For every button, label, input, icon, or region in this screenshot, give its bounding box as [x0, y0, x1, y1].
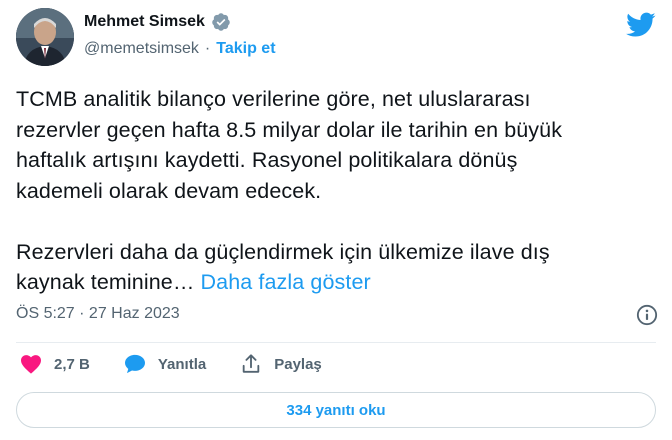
tweet-paragraph-1: TCMB analitik bilanço verilerine göre, n… — [16, 87, 563, 203]
tweet-card: Mehmet Simsek @memetsimsek · Takip et TC… — [0, 0, 672, 440]
verified-badge-icon — [212, 13, 230, 31]
share-label: Paylaş — [274, 355, 322, 373]
author-handle[interactable]: @memetsimsek — [84, 40, 199, 58]
reply-bubble-icon — [124, 354, 145, 374]
avatar[interactable] — [16, 8, 74, 66]
share-button[interactable]: Paylaş — [240, 353, 322, 375]
twitter-bird-icon[interactable] — [626, 12, 656, 38]
tweet-actions: 2,7 B Yanıtla Paylaş — [20, 353, 356, 375]
heart-icon — [21, 355, 41, 374]
read-replies-button[interactable]: 334 yanıtı oku — [16, 392, 656, 428]
author-handle-row: @memetsimsek · Takip et — [84, 40, 276, 58]
reply-label: Yanıtla — [157, 355, 207, 373]
follow-button[interactable]: Takip et — [216, 40, 275, 58]
tweet-text: TCMB analitik bilanço verilerine göre, n… — [16, 84, 652, 298]
divider — [16, 342, 656, 343]
author-name-row: Mehmet Simsek — [84, 12, 231, 32]
separator-dot: · — [204, 40, 211, 57]
show-more-link[interactable]: Daha fazla göster — [201, 270, 371, 294]
like-button[interactable]: 2,7 B — [20, 354, 90, 374]
tweet-timestamp[interactable]: ÖS 5:27 · 27 Haz 2023 — [16, 305, 180, 323]
like-count: 2,7 B — [54, 355, 90, 373]
info-icon[interactable] — [636, 304, 658, 326]
reply-button[interactable]: Yanıtla — [124, 354, 206, 374]
share-icon — [242, 354, 260, 373]
author-name[interactable]: Mehmet Simsek — [84, 13, 205, 31]
